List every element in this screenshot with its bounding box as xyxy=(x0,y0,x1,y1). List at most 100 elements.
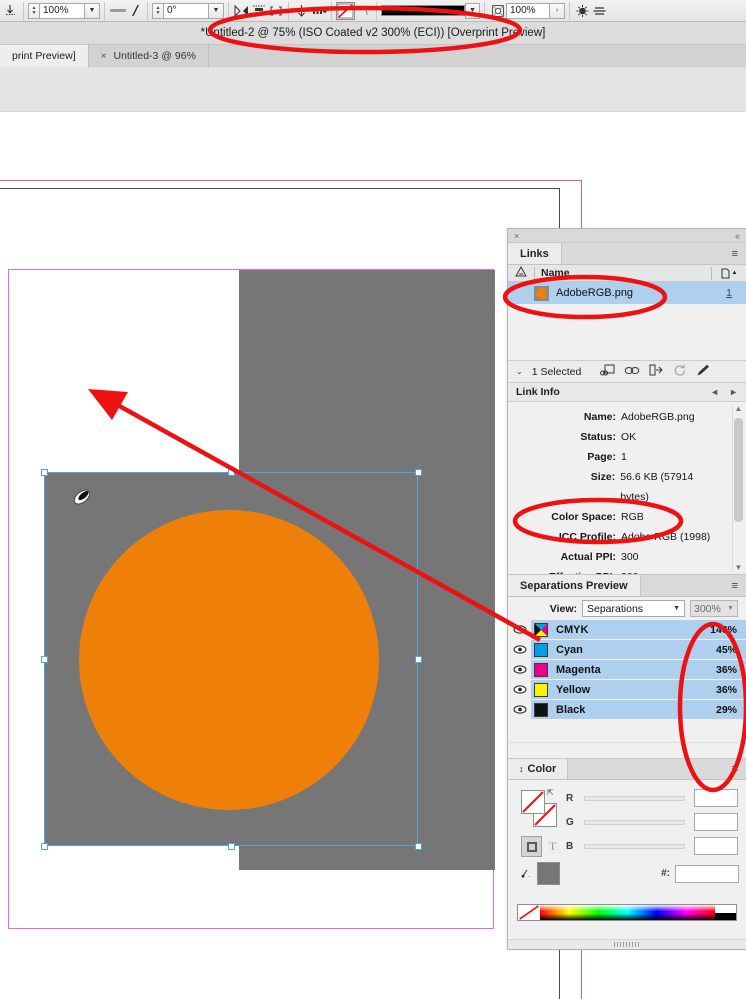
spectrum-gradient[interactable] xyxy=(540,905,715,920)
rotation-value[interactable]: 0° xyxy=(163,2,209,19)
fill-swatch-none[interactable] xyxy=(521,790,545,814)
scroll-up-icon[interactable]: ▲ xyxy=(735,404,743,413)
selection-handle-bl[interactable] xyxy=(41,843,48,850)
scrollbar-thumb[interactable] xyxy=(734,418,743,522)
color-spectrum-ramp[interactable] xyxy=(517,904,737,921)
scroll-down-icon[interactable]: ▼ xyxy=(735,563,743,572)
edit-original-icon[interactable] xyxy=(696,364,710,380)
table-row[interactable]: Cyan 45% xyxy=(508,639,746,660)
black-swatch[interactable] xyxy=(715,912,736,920)
eye-icon[interactable] xyxy=(508,619,531,640)
color-panel-tabrow: ↕ Color ≡ xyxy=(508,758,746,780)
rotation-stepper[interactable]: ▲ ▼ xyxy=(152,2,163,19)
text-align-icon[interactable] xyxy=(591,2,608,19)
tab-separations-preview[interactable]: Separations Preview xyxy=(508,575,641,596)
formatting-affects-text-icon[interactable]: T xyxy=(549,839,556,854)
column-header-page[interactable]: ▲ xyxy=(712,268,746,279)
update-link-icon[interactable] xyxy=(673,364,687,380)
selection-handle-br[interactable] xyxy=(415,843,422,850)
color-panel-menu-icon[interactable]: ≡ xyxy=(724,759,746,779)
table-row[interactable]: Black 29% xyxy=(508,699,746,720)
document-page[interactable] xyxy=(8,269,495,929)
slider-field-b[interactable] xyxy=(694,837,738,855)
none-swatch[interactable] xyxy=(518,905,540,920)
stroke-color-swatch[interactable] xyxy=(381,5,465,16)
link-page-number[interactable]: 1 xyxy=(712,287,746,299)
list-item[interactable]: AdobeRGB.png 1 xyxy=(508,282,746,304)
opacity-dropdown-arrow[interactable]: › xyxy=(550,2,565,19)
table-row[interactable]: CMYK 146% xyxy=(508,619,746,640)
slider-field-r[interactable] xyxy=(694,789,738,807)
separations-panel-menu-icon[interactable]: ≡ xyxy=(724,575,746,596)
slider-track-g[interactable] xyxy=(584,819,685,825)
selection-handle-bc[interactable] xyxy=(228,843,235,850)
selection-handle-tl[interactable] xyxy=(41,469,48,476)
relink-icon[interactable] xyxy=(600,364,615,380)
selection-handle-mr[interactable] xyxy=(415,656,422,663)
slider-track-r[interactable] xyxy=(584,795,685,801)
slider-label-g: G xyxy=(566,816,574,828)
divider xyxy=(569,1,570,20)
separation-name: CMYK xyxy=(556,623,589,636)
fill-stroke-control[interactable]: ⇱ xyxy=(521,788,559,828)
kerning-stepper[interactable]: ▲ ▼ xyxy=(28,2,39,19)
slider-track-b[interactable] xyxy=(584,843,685,849)
selection-handle-tc[interactable] xyxy=(228,469,235,476)
eye-icon[interactable] xyxy=(508,659,531,680)
formatting-affects-container-icon[interactable] xyxy=(521,836,542,857)
next-link-icon[interactable]: ► xyxy=(729,387,738,397)
no-stroke-icon[interactable] xyxy=(336,1,355,20)
divider xyxy=(484,1,485,20)
chevron-down-icon[interactable]: ⌄ xyxy=(516,367,523,376)
eye-icon[interactable] xyxy=(508,639,531,660)
slider-label-b: B xyxy=(566,840,574,852)
relink-from-folder-icon[interactable] xyxy=(649,364,664,379)
align-vertical-icon[interactable] xyxy=(250,2,267,19)
link-name: AdobeRGB.png xyxy=(556,287,634,299)
text-frame-left-icon[interactable] xyxy=(267,2,284,19)
table-row[interactable]: Magenta 36% xyxy=(508,659,746,680)
link-info-label: Page: xyxy=(587,451,616,463)
rotation-dropdown-arrow[interactable]: ▼ xyxy=(209,2,224,19)
stroke-style-icon[interactable] xyxy=(126,2,143,19)
view-select[interactable]: Separations ▼ xyxy=(582,600,685,617)
selection-handle-ml[interactable] xyxy=(41,656,48,663)
column-header-name[interactable]: Name xyxy=(535,267,711,279)
flip-horizontal-icon[interactable] xyxy=(233,2,250,19)
tab-links[interactable]: Links xyxy=(508,243,562,264)
go-to-link-icon[interactable] xyxy=(624,365,640,379)
selection-handle-tr[interactable] xyxy=(415,469,422,476)
links-panel-menu-icon[interactable]: ≡ xyxy=(724,243,746,264)
hex-field[interactable] xyxy=(675,864,739,883)
collapse-panels-icon[interactable]: « xyxy=(735,231,740,241)
swap-fill-stroke-icon[interactable]: ⇱ xyxy=(547,788,554,797)
last-color-swatch[interactable] xyxy=(537,862,560,885)
slider-field-g[interactable] xyxy=(694,813,738,831)
corner-options-icon[interactable] xyxy=(355,2,372,19)
prev-link-icon[interactable]: ◄ xyxy=(710,387,719,397)
eye-icon[interactable] xyxy=(508,679,531,700)
table-row[interactable]: Yellow 36% xyxy=(508,679,746,700)
white-black-swatches[interactable] xyxy=(715,905,736,920)
baseline-shift-icon[interactable] xyxy=(2,2,19,19)
kerning-value[interactable]: 100% xyxy=(39,2,85,19)
tab-color[interactable]: ↕ Color xyxy=(508,759,569,779)
selection-bounding-box[interactable] xyxy=(41,469,422,850)
vertical-center-icon[interactable] xyxy=(293,2,310,19)
eye-icon[interactable] xyxy=(508,699,531,720)
effects-icon[interactable] xyxy=(574,2,591,19)
close-icon[interactable]: × xyxy=(101,51,107,62)
opacity-icon[interactable] xyxy=(489,2,506,19)
columns-icon[interactable] xyxy=(310,2,327,19)
close-icon[interactable]: × xyxy=(514,231,519,241)
stroke-weight-icon[interactable] xyxy=(109,2,126,19)
tab-untitled-2[interactable]: print Preview] xyxy=(0,45,89,67)
kerning-dropdown-arrow[interactable]: ▼ xyxy=(85,2,100,19)
tab-untitled-3[interactable]: × Untitled-3 @ 96% xyxy=(88,45,209,67)
links-list[interactable]: AdobeRGB.png 1 xyxy=(508,282,746,360)
opacity-value[interactable]: 100% xyxy=(506,2,550,19)
white-swatch[interactable] xyxy=(715,905,736,913)
ink-limit-select[interactable]: 300% ▼ xyxy=(690,600,738,617)
panel-resize-grip[interactable] xyxy=(508,939,746,949)
stroke-swatch-dropdown[interactable]: ▼ xyxy=(465,2,480,19)
